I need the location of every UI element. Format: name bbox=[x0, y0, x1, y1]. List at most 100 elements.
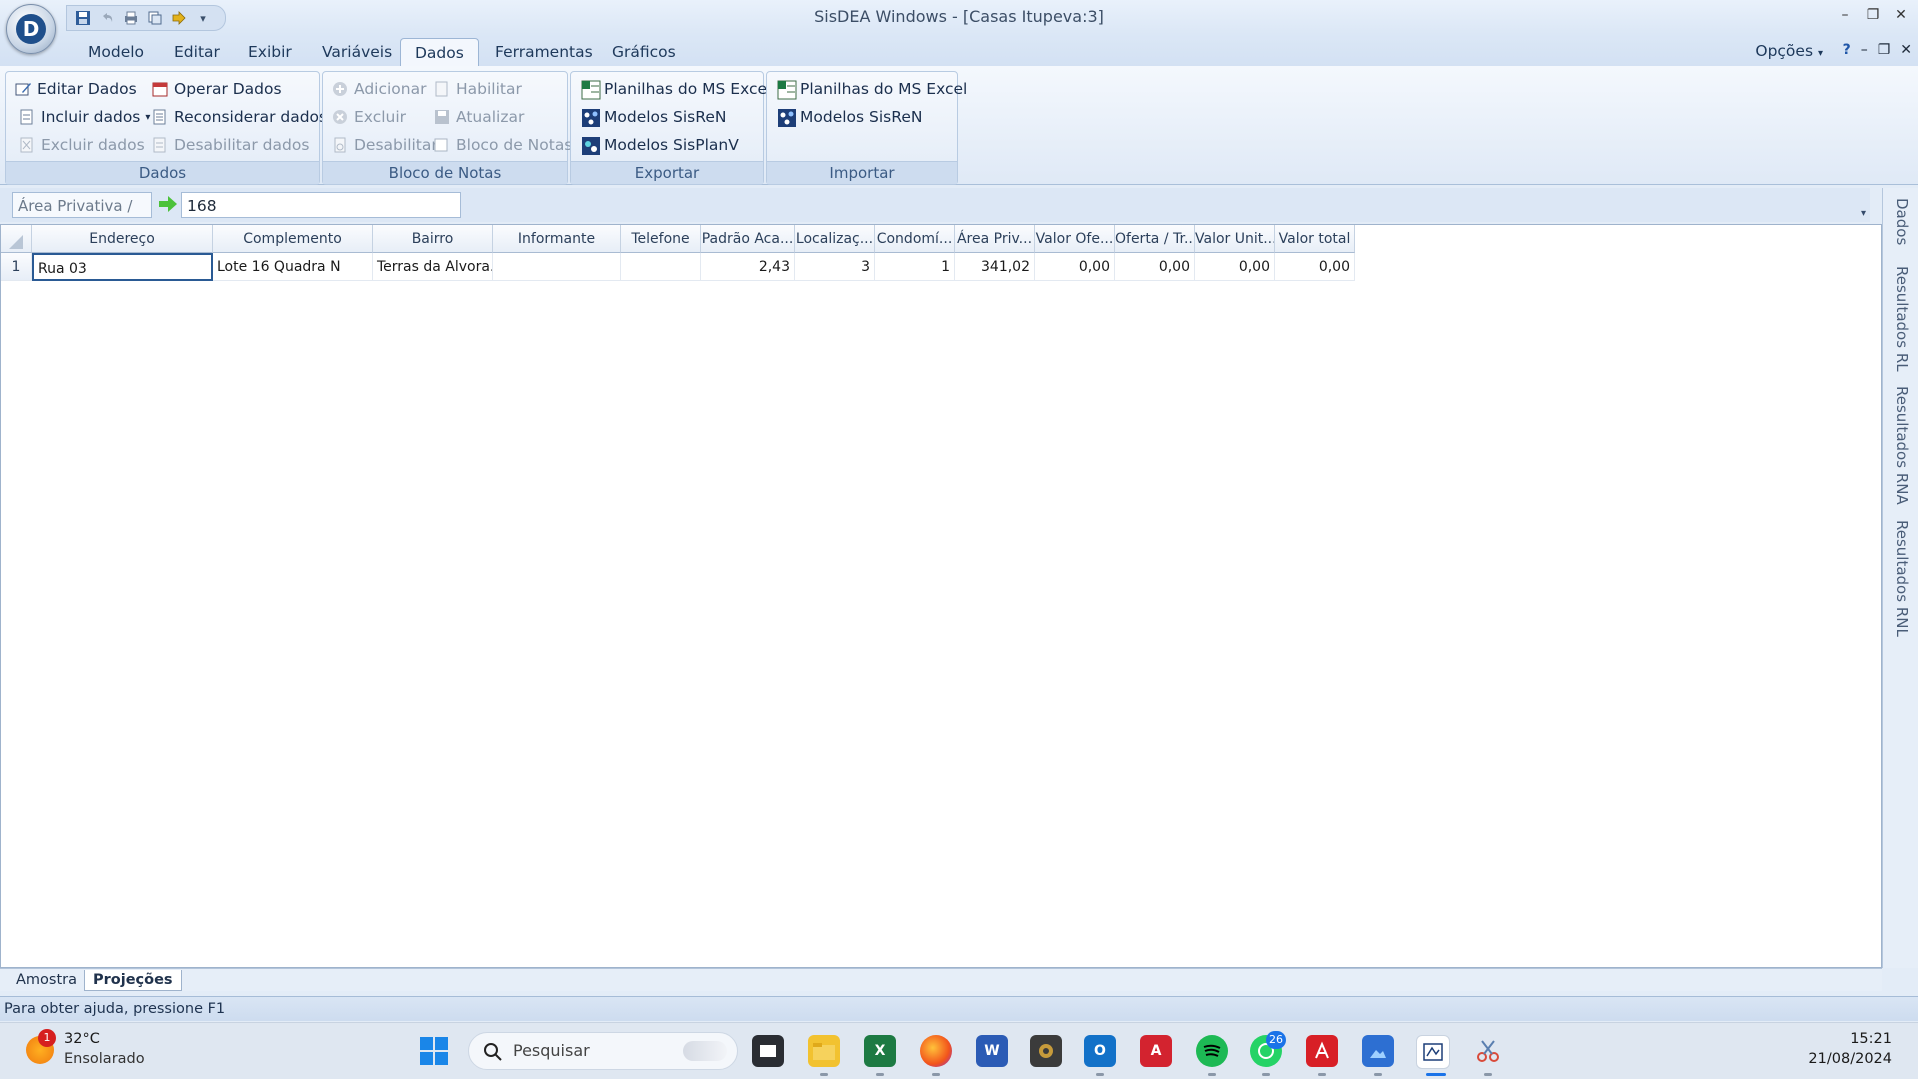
column-header-area-privativa[interactable]: Área Priv... bbox=[955, 225, 1035, 253]
tab-graficos[interactable]: Gráficos bbox=[612, 38, 676, 66]
table-cell-valor-unitario[interactable]: 0,00 bbox=[1195, 253, 1275, 281]
operar-dados-button[interactable]: Operar Dados bbox=[151, 76, 282, 102]
column-header-condominio[interactable]: Condomí... bbox=[875, 225, 955, 253]
save-icon[interactable] bbox=[73, 8, 93, 28]
minimize-icon[interactable]: – bbox=[1834, 2, 1856, 28]
side-tab-resultados-rl[interactable]: Resultados RL bbox=[1891, 266, 1911, 372]
restore-icon[interactable]: ❐ bbox=[1862, 2, 1884, 28]
side-tab-dados[interactable]: Dados bbox=[1891, 198, 1911, 245]
import-excel-button[interactable]: Planilhas do MS Excel bbox=[777, 76, 967, 102]
autocad-app-icon[interactable]: A bbox=[1140, 1035, 1172, 1067]
tab-dados[interactable]: Dados bbox=[400, 38, 479, 67]
table-cell-condominio[interactable]: 1 bbox=[875, 253, 955, 281]
windows-start-icon[interactable] bbox=[420, 1037, 448, 1065]
print-icon[interactable] bbox=[121, 8, 141, 28]
sisdea-taskbar-icon[interactable] bbox=[1416, 1035, 1450, 1069]
customize-toolbar-icon[interactable]: ▾ bbox=[193, 8, 213, 28]
column-header-valor-unitario[interactable]: Valor Unit... bbox=[1195, 225, 1275, 253]
sheet-tab-projecoes[interactable]: Projeções bbox=[84, 970, 182, 991]
help-icon[interactable]: ? bbox=[1843, 42, 1851, 58]
select-all-corner[interactable] bbox=[1, 225, 32, 253]
taskbar-search[interactable]: Pesquisar bbox=[468, 1032, 738, 1070]
copy-icon[interactable] bbox=[145, 8, 165, 28]
application-menu-button[interactable]: D bbox=[6, 4, 56, 54]
operar-dados-label: Operar Dados bbox=[174, 80, 282, 98]
column-header-valor-total[interactable]: Valor total bbox=[1275, 225, 1355, 253]
adicionar-button[interactable]: Adicionar bbox=[331, 76, 426, 102]
column-header-bairro[interactable]: Bairro bbox=[373, 225, 493, 253]
column-header-padrao[interactable]: Padrão Aca... bbox=[701, 225, 795, 253]
expand-formula-icon[interactable]: ▾ bbox=[1861, 208, 1866, 219]
reconsiderar-dados-button[interactable]: Reconsiderar dados bbox=[151, 104, 327, 130]
tab-editar[interactable]: Editar bbox=[174, 38, 220, 66]
row-header[interactable]: 1 bbox=[1, 253, 32, 281]
disable-note-icon bbox=[331, 136, 349, 154]
import-sisren-button[interactable]: Modelos SisReN bbox=[777, 104, 922, 130]
side-tab-resultados-rnl[interactable]: Resultados RNL bbox=[1891, 520, 1911, 637]
chevron-down-icon: ▾ bbox=[145, 111, 151, 123]
table-cell-oferta-transacao[interactable]: 0,00 bbox=[1115, 253, 1195, 281]
undo-icon[interactable] bbox=[97, 8, 117, 28]
excluir-dados-button[interactable]: Excluir dados bbox=[18, 132, 145, 158]
ribbon-tabs: Modelo Editar Exibir Variáveis Dados Fer… bbox=[0, 34, 1918, 67]
excel-app-icon[interactable]: X bbox=[864, 1035, 896, 1067]
spotify-icon[interactable] bbox=[1196, 1035, 1228, 1067]
column-header-oferta-transacao[interactable]: Oferta / Tr... bbox=[1115, 225, 1195, 253]
photos-app-icon[interactable] bbox=[1362, 1035, 1394, 1067]
desabilitar-nota-button[interactable]: Desabilitar bbox=[331, 132, 438, 158]
table-cell-localizacao[interactable]: 3 bbox=[795, 253, 875, 281]
column-header-complemento[interactable]: Complemento bbox=[213, 225, 373, 253]
firefox-icon[interactable] bbox=[920, 1035, 952, 1067]
export-sisren-button[interactable]: Modelos SisReN bbox=[581, 104, 726, 130]
bloco-de-notas-checkbox[interactable]: Bloco de Notas bbox=[433, 132, 572, 158]
outlook-app-icon[interactable]: O bbox=[1084, 1035, 1116, 1067]
acrobat-app-icon[interactable] bbox=[1306, 1035, 1338, 1067]
table-cell-endereco[interactable]: Rua 03 bbox=[32, 253, 213, 281]
table-cell-telefone[interactable] bbox=[621, 253, 701, 281]
cell-reference-box[interactable]: Área Privativa / 14 bbox=[12, 192, 152, 241]
clock-date[interactable]: 21/08/2024 bbox=[1808, 1051, 1892, 1067]
export-excel-button[interactable]: Planilhas do MS Excel bbox=[581, 76, 771, 102]
column-header-endereco[interactable]: Endereço bbox=[32, 225, 213, 253]
mdi-restore-icon[interactable]: ❐ bbox=[1878, 42, 1891, 58]
tab-modelo[interactable]: Modelo bbox=[88, 38, 144, 66]
column-header-informante[interactable]: Informante bbox=[493, 225, 621, 253]
clock-time[interactable]: 15:21 bbox=[1850, 1031, 1892, 1047]
table-cell-bairro[interactable]: Terras da Alvora... bbox=[373, 253, 493, 281]
export-sisplanv-button[interactable]: Modelos SisPlanV bbox=[581, 132, 739, 158]
run-icon[interactable] bbox=[169, 8, 189, 28]
excluir-nota-button[interactable]: Excluir bbox=[331, 104, 406, 130]
cell-value-input[interactable]: 168 bbox=[181, 192, 461, 218]
table-cell-complemento[interactable]: Lote 16 Quadra N bbox=[213, 253, 373, 281]
task-view-icon[interactable] bbox=[752, 1035, 784, 1067]
table-cell-informante[interactable] bbox=[493, 253, 621, 281]
table-cell-valor-total[interactable]: 0,00 bbox=[1275, 253, 1355, 281]
column-header-telefone[interactable]: Telefone bbox=[621, 225, 701, 253]
table-cell-padrao[interactable]: 2,43 bbox=[701, 253, 795, 281]
tab-variaveis[interactable]: Variáveis bbox=[322, 38, 392, 66]
column-header-valor-oferta[interactable]: Valor Ofe... bbox=[1035, 225, 1115, 253]
mdi-minimize-icon[interactable]: – bbox=[1861, 42, 1868, 58]
table-cell-area-privativa[interactable]: 341,02 bbox=[955, 253, 1035, 281]
close-icon[interactable]: ✕ bbox=[1890, 2, 1912, 28]
side-tab-resultados-rna[interactable]: Resultados RNA bbox=[1891, 386, 1911, 505]
whatsapp-notification-badge: 26 bbox=[1266, 1031, 1286, 1049]
table-cell-valor-oferta[interactable]: 0,00 bbox=[1035, 253, 1115, 281]
group-dados: Editar Dados Operar Dados Incluir dados … bbox=[5, 71, 327, 185]
speaker-app-icon[interactable] bbox=[1030, 1035, 1062, 1067]
incluir-dados-button[interactable]: Incluir dados ▾ bbox=[18, 104, 150, 130]
tab-ferramentas[interactable]: Ferramentas bbox=[495, 38, 593, 66]
sheet-tab-amostra[interactable]: Amostra bbox=[8, 970, 85, 990]
tab-exibir[interactable]: Exibir bbox=[248, 38, 292, 66]
snipping-tool-icon[interactable] bbox=[1472, 1035, 1504, 1067]
editar-dados-button[interactable]: Editar Dados bbox=[14, 76, 137, 102]
word-app-icon[interactable]: W bbox=[976, 1035, 1008, 1067]
file-explorer-icon[interactable] bbox=[808, 1035, 840, 1067]
arrow-right-icon[interactable] bbox=[158, 194, 178, 218]
habilitar-button[interactable]: Habilitar bbox=[433, 76, 522, 102]
atualizar-button[interactable]: Atualizar bbox=[433, 104, 524, 130]
desabilitar-dados-button[interactable]: Desabilitar dados bbox=[151, 132, 309, 158]
column-header-localizacao[interactable]: Localizaç... bbox=[795, 225, 875, 253]
options-menu[interactable]: Opções ▾ bbox=[1755, 42, 1823, 60]
mdi-close-icon[interactable]: ✕ bbox=[1900, 42, 1912, 58]
